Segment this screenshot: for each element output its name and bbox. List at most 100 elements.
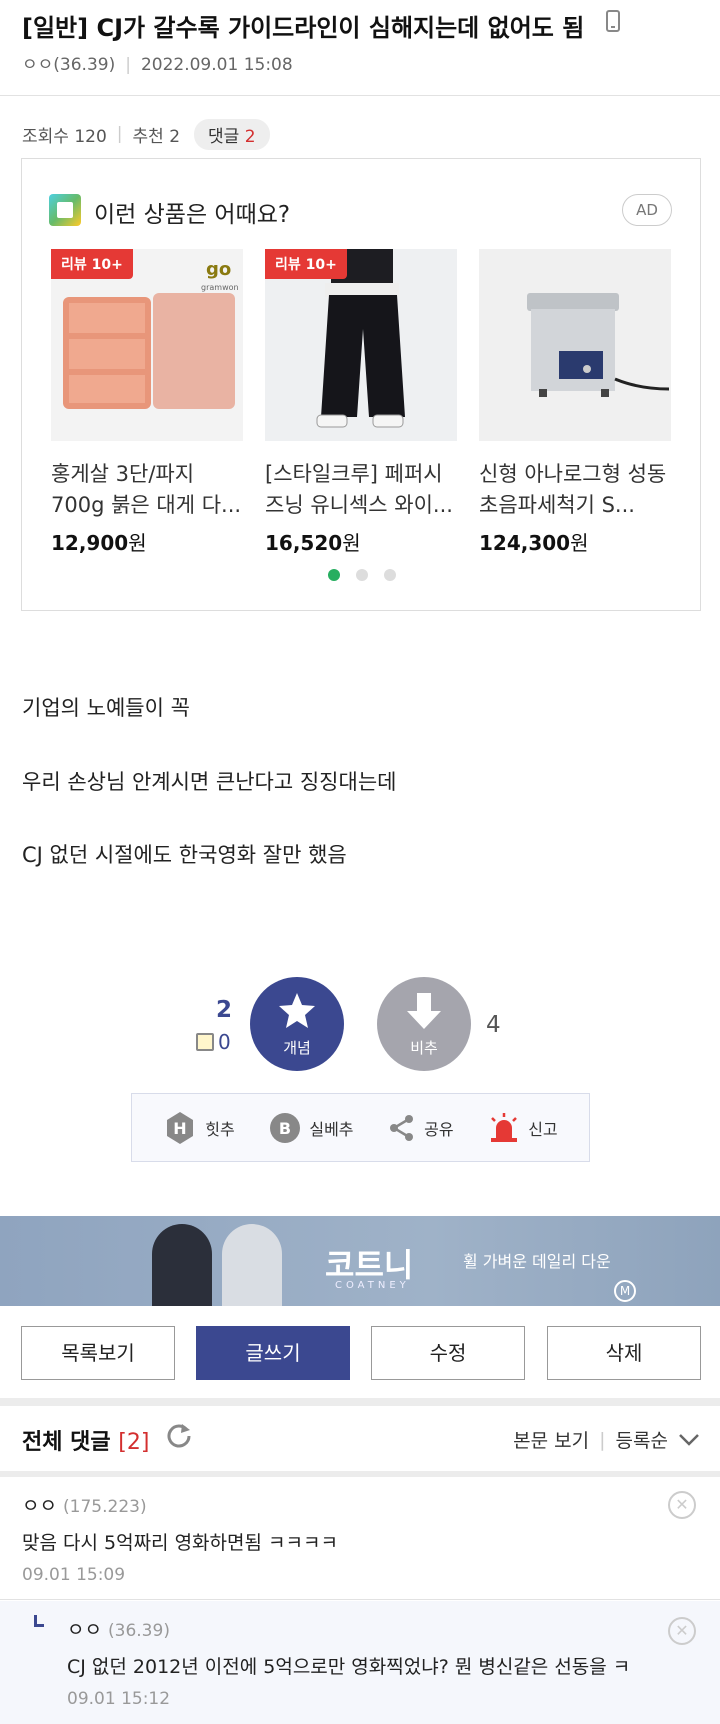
upvote-button[interactable]: 개념 bbox=[250, 977, 344, 1071]
brand-logo: go bbox=[206, 259, 232, 280]
price-value: 12,900 bbox=[51, 531, 129, 555]
price-value: 124,300 bbox=[479, 531, 571, 555]
action-bar: H 힛추 B 실베추 공유 신고 bbox=[131, 1093, 590, 1162]
comment-time: 09.01 15:12 bbox=[67, 1689, 171, 1709]
carousel-dots bbox=[328, 569, 396, 581]
best-label: 실베추 bbox=[309, 1119, 354, 1139]
comment-author[interactable]: ㅇㅇ (36.39) bbox=[67, 1615, 170, 1642]
product-price: 124,300원 bbox=[479, 527, 671, 556]
post-meta: ㅇㅇ(36.39) | 2022.09.01 15:08 bbox=[22, 50, 293, 75]
upvote-count: 2 bbox=[216, 997, 233, 1023]
body-line: 우리 손상님 안계시면 큰난다고 징징대는데 bbox=[22, 770, 397, 794]
vote-area: 2 0 개념 비추 4 bbox=[0, 972, 720, 1072]
product-card[interactable]: 리뷰 10+ [스타일크루] 페퍼시즈닝 유니섹스 와이... 16,520원 bbox=[265, 249, 457, 556]
siren-icon bbox=[491, 1112, 518, 1142]
fixed-upvote-count: 0 bbox=[196, 1030, 231, 1054]
edit-button[interactable]: 수정 bbox=[371, 1326, 525, 1380]
comment-author-name: ㅇㅇ bbox=[67, 1619, 102, 1641]
body-line: CJ 없던 시절에도 한국영화 잘만 했음 bbox=[22, 843, 347, 867]
product-price: 16,520원 bbox=[265, 527, 457, 556]
hit-icon: H bbox=[167, 1111, 194, 1144]
carousel-dot[interactable] bbox=[356, 569, 368, 581]
review-tag: 리뷰 10+ bbox=[51, 249, 133, 279]
svg-text:H: H bbox=[174, 1119, 187, 1138]
best-recommend-button[interactable]: B 실베추 bbox=[269, 1112, 354, 1144]
comment-item: ㅇㅇ (175.223) 맞음 다시 5억짜리 영화하면됨 ㅋㅋㅋㅋ 09.01… bbox=[0, 1477, 720, 1600]
banner-tagline: 휠 가벼운 데일리 다운 bbox=[463, 1252, 611, 1271]
comment-author-ip: (175.223) bbox=[63, 1497, 147, 1517]
comment-count-pill[interactable]: 댓글 2 bbox=[194, 118, 270, 150]
ad-badge[interactable]: AD bbox=[622, 194, 672, 226]
carousel-dot[interactable] bbox=[384, 569, 396, 581]
downvote-label: 비추 bbox=[410, 1039, 438, 1057]
banner-ad[interactable]: 코트니 COATNEY 휠 가벼운 데일리 다운 M bbox=[0, 1216, 720, 1306]
comment-pill-label: 댓글 bbox=[208, 126, 240, 147]
mobile-icon bbox=[606, 10, 620, 32]
review-tag: 리뷰 10+ bbox=[265, 249, 347, 279]
shopping-bag-icon bbox=[49, 194, 81, 226]
carousel-dot[interactable] bbox=[328, 569, 340, 581]
comment-pill-count: 2 bbox=[244, 126, 256, 147]
post-author[interactable]: ㅇㅇ(36.39) bbox=[22, 55, 115, 75]
product-card[interactable]: 리뷰 10+ go gramwon 홍게살 3단/파지 700g 붉은 대게 다… bbox=[51, 249, 243, 556]
product-name: [스타일크루] 페퍼시즈닝 유니섹스 와이... bbox=[265, 462, 453, 517]
comment-time: 09.01 15:09 bbox=[22, 1565, 126, 1585]
comment-text: 맞음 다시 5억짜리 영화하면됨 ㅋㅋㅋㅋ bbox=[22, 1532, 338, 1554]
divider bbox=[0, 1398, 720, 1406]
share-label: 공유 bbox=[424, 1119, 454, 1139]
post-date: 2022.09.01 15:08 bbox=[140, 55, 293, 75]
reply-arrow-icon bbox=[34, 1615, 44, 1627]
arrow-down-icon bbox=[407, 993, 441, 1029]
price-value: 16,520 bbox=[265, 531, 343, 555]
share-button[interactable]: 공유 bbox=[388, 1114, 454, 1142]
fixed-upvote-value: 0 bbox=[218, 1030, 231, 1054]
price-unit: 원 bbox=[342, 531, 361, 555]
hit-label: 힛추 bbox=[205, 1119, 235, 1139]
comment-total-count: [2] bbox=[118, 1430, 150, 1455]
view-count: 조회수 120 bbox=[22, 126, 107, 147]
view-body-link[interactable]: 본문 보기 bbox=[513, 1426, 589, 1453]
post-title: [일반] CJ가 갈수록 가이드라인이 심해지는데 없어도 됨 bbox=[22, 14, 585, 42]
list-button[interactable]: 목록보기 bbox=[21, 1326, 175, 1380]
product-name: 신형 아나로그형 성동초음파세척기 S... bbox=[479, 462, 667, 517]
banner-m-badge: M bbox=[614, 1280, 636, 1302]
sort-select[interactable]: 등록순 bbox=[616, 1426, 668, 1453]
downvote-count: 4 bbox=[486, 1012, 501, 1038]
downvote-button[interactable]: 비추 bbox=[377, 977, 471, 1071]
product-name: 홍게살 3단/파지 700g 붉은 대게 다... bbox=[51, 462, 242, 517]
product-image bbox=[479, 249, 671, 441]
comment-text: CJ 없던 2012년 이전에 5억으로만 영화찍었냐? 뭔 병신같은 선동을 … bbox=[67, 1656, 631, 1678]
delete-comment-icon[interactable]: ✕ bbox=[668, 1617, 696, 1645]
product-image: 리뷰 10+ bbox=[265, 249, 457, 441]
product-price: 12,900원 bbox=[51, 527, 243, 556]
post-header: [일반] CJ가 갈수록 가이드라인이 심해지는데 없어도 됨 ㅇㅇ(36.39… bbox=[0, 0, 720, 96]
divider: | bbox=[116, 124, 123, 144]
write-button[interactable]: 글쓰기 bbox=[196, 1326, 350, 1380]
product-card[interactable]: 신형 아나로그형 성동초음파세척기 S... 124,300원 bbox=[479, 249, 671, 556]
price-unit: 원 bbox=[570, 531, 589, 555]
comment-title-label: 전체 댓글 bbox=[22, 1430, 111, 1455]
ad-recommendation-box: 이런 상품은 어때요? AD 리뷰 10+ go gramwon 홍게살 3단/… bbox=[21, 158, 701, 611]
divider: | bbox=[599, 1428, 606, 1451]
divider: | bbox=[125, 55, 131, 75]
best-icon: B bbox=[270, 1112, 301, 1143]
comment-section-title: 전체 댓글 [2] bbox=[22, 1424, 149, 1456]
comment-controls: 본문 보기 | 등록순 bbox=[513, 1426, 700, 1453]
star-icon bbox=[279, 993, 315, 1028]
delete-comment-icon[interactable]: ✕ bbox=[668, 1491, 696, 1519]
refresh-icon[interactable] bbox=[166, 1422, 192, 1448]
hit-recommend-button[interactable]: H 힛추 bbox=[163, 1111, 235, 1145]
banner-model-image bbox=[152, 1224, 212, 1306]
banner-model-image bbox=[222, 1224, 282, 1306]
report-button[interactable]: 신고 bbox=[488, 1112, 558, 1143]
svg-text:B: B bbox=[279, 1119, 291, 1138]
banner-brand-sub: COATNEY bbox=[335, 1280, 410, 1291]
chevron-down-icon[interactable] bbox=[678, 1433, 700, 1447]
report-label: 신고 bbox=[528, 1119, 558, 1139]
upvote-label: 개념 bbox=[283, 1039, 311, 1057]
recommend-count: 추천 2 bbox=[132, 126, 181, 147]
ad-heading: 이런 상품은 어때요? bbox=[94, 202, 291, 228]
comment-author[interactable]: ㅇㅇ (175.223) bbox=[22, 1491, 147, 1518]
fixed-nick-icon bbox=[196, 1033, 214, 1051]
delete-button[interactable]: 삭제 bbox=[547, 1326, 701, 1380]
